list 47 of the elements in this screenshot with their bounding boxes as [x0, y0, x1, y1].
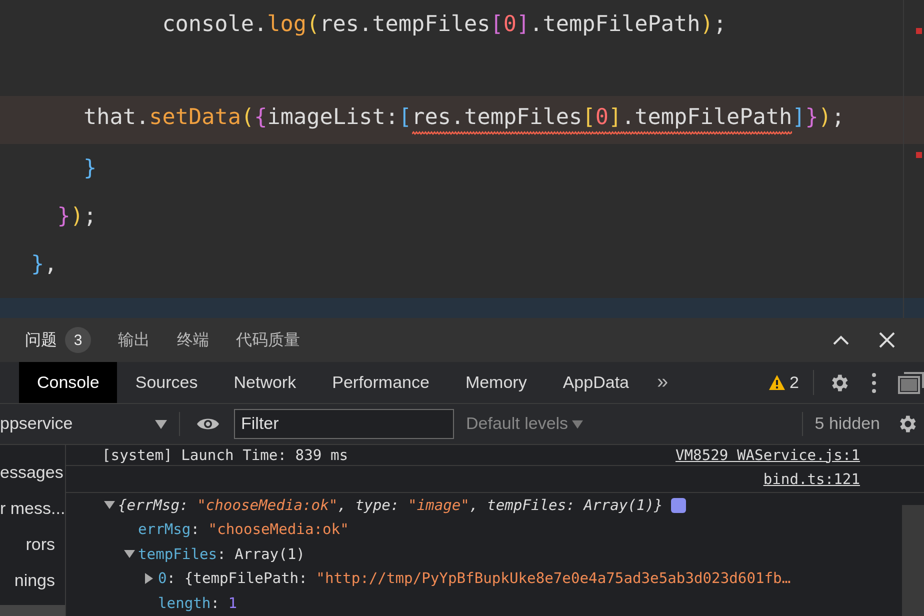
collapse-arrow-icon[interactable] — [104, 501, 114, 510]
caret-icon — [572, 420, 584, 428]
object-property[interactable]: 0: {tempFilePath: "http://tmp/PyYpBfBupkUke8e7e0e4a75ad3e5ab3d023d601fb… — [158, 570, 791, 588]
source-link[interactable]: VM8529 WAService.js:1 — [675, 446, 860, 464]
sidebar-item[interactable]: nings — [0, 563, 65, 599]
panel-tab[interactable]: 终端 — [177, 318, 223, 362]
source-link[interactable]: bind.ts:121 — [763, 470, 860, 488]
panel-tab[interactable]: 代码质量 — [236, 318, 314, 362]
log-levels-dropdown[interactable]: Default levels — [466, 414, 584, 434]
devtools-tab[interactable]: AppData — [544, 362, 648, 403]
log-message: [system] Launch Time: 839 ms — [102, 446, 348, 464]
warning-count[interactable]: 2 — [790, 372, 799, 392]
panel-tab[interactable]: 问题 3 — [25, 318, 105, 362]
collapse-arrow-icon[interactable] — [124, 550, 134, 558]
code-line: }, — [31, 252, 58, 276]
close-icon[interactable] — [878, 331, 896, 349]
sidebar-item[interactable]: r mess... — [0, 491, 65, 527]
code-line: console.log(res.tempFiles[0].tempFilePath); — [162, 12, 727, 36]
filter-field[interactable]: Filter — [234, 409, 454, 439]
more-options-icon[interactable] — [872, 372, 876, 392]
caret-icon — [155, 420, 167, 428]
object-property[interactable]: errMsg: "chooseMedia:ok" — [138, 521, 349, 538]
dock-icon[interactable] — [898, 372, 924, 394]
expand-arrow-icon[interactable] — [145, 573, 153, 584]
context-dropdown[interactable]: ppservice — [0, 412, 180, 436]
object-property[interactable]: tempFiles: Array(1) — [138, 546, 305, 563]
eye-icon[interactable] — [196, 416, 220, 432]
sidebar-item[interactable]: essages — [0, 455, 65, 491]
warning-icon — [768, 375, 785, 390]
devtools-tab[interactable]: Memory — [447, 362, 545, 403]
code-line: that.setData({imageList:[res.tempFiles[0].tempFilePath]}); — [83, 105, 845, 135]
panel-tab[interactable]: 输出 — [118, 318, 164, 362]
code-line: }); — [57, 204, 97, 228]
error-marker — [916, 28, 922, 34]
object-preview[interactable]: {errMsg: "chooseMedia:ok", type: "image", tempFiles: Array(1)} — [118, 496, 663, 514]
more-tabs-button[interactable]: » — [647, 362, 678, 403]
devtools-tab[interactable]: Network — [216, 362, 314, 403]
object-property[interactable]: length: 1 — [158, 594, 238, 612]
devtools-tab[interactable]: Console — [19, 362, 118, 403]
sidebar-item[interactable]: rors — [0, 527, 65, 563]
error-marker — [916, 152, 922, 158]
devtools-tab[interactable]: Sources — [117, 362, 216, 403]
info-icon[interactable] — [670, 498, 686, 513]
devtools-tab[interactable]: Performance — [314, 362, 448, 403]
hidden-count: 5 hidden — [802, 412, 880, 436]
count-badge: 3 — [65, 327, 91, 353]
code-line: } — [83, 156, 97, 180]
